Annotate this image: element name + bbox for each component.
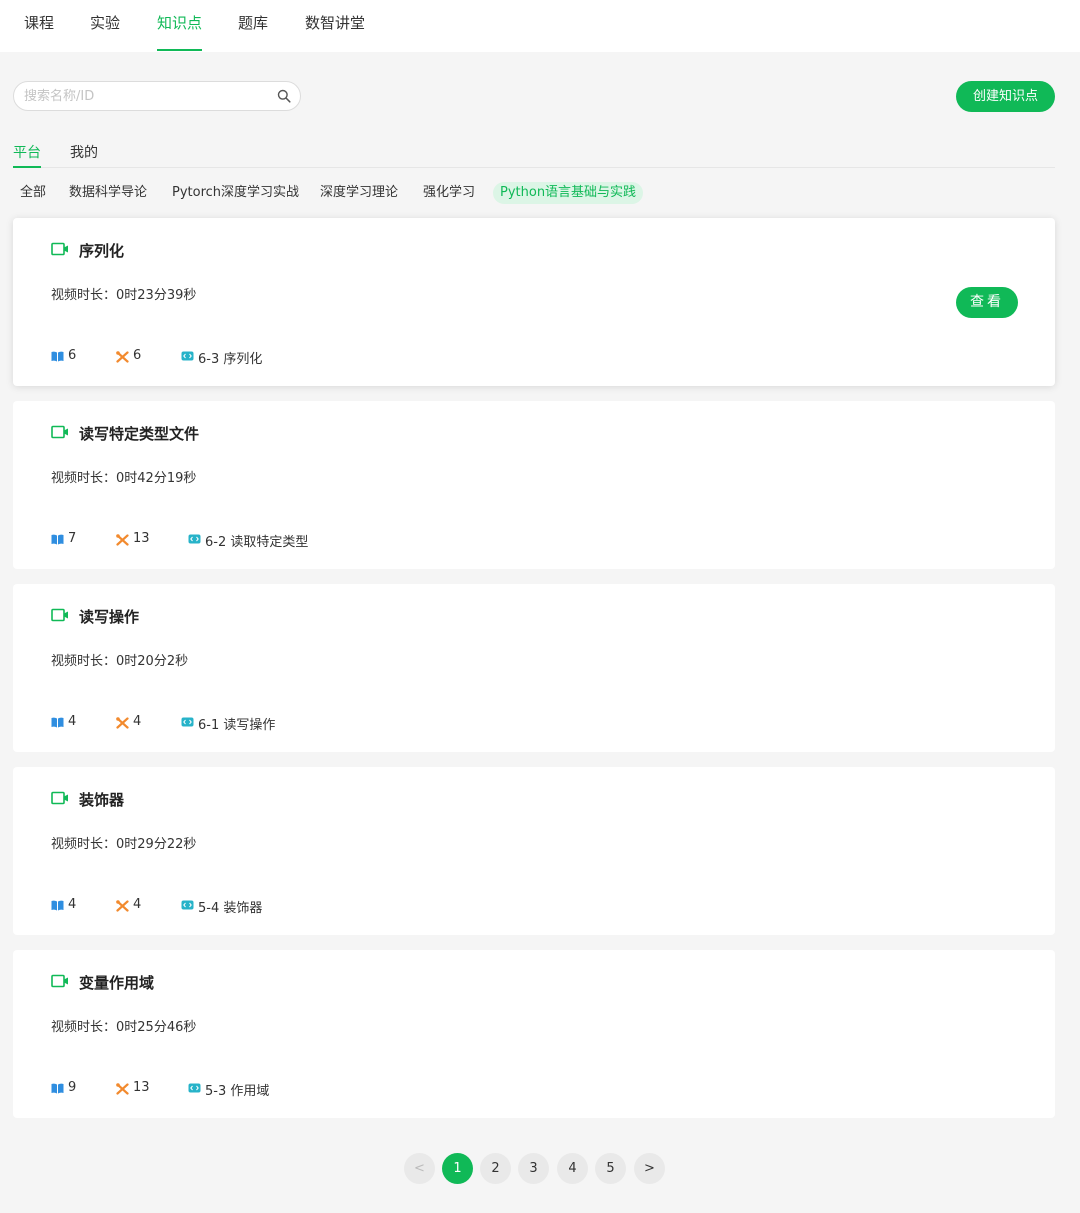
nav-item-experiments[interactable]: 实验 — [90, 12, 120, 52]
card-duration: 视频时长：0时29分22秒 — [51, 833, 196, 852]
filter-pytorch[interactable]: Pytorch深度学习实战 — [172, 182, 299, 204]
tools-icon — [116, 717, 129, 729]
card-meta: 9 13 5-3 作用域 — [51, 1080, 651, 1099]
code-icon — [188, 534, 201, 544]
knowledge-point-card[interactable]: 读写特定类型文件 视频时长：0时42分19秒 7 13 6-2 读取特定类型 — [13, 401, 1055, 569]
book-icon — [51, 717, 64, 728]
create-knowledge-point-button[interactable]: 创建知识点 — [956, 81, 1055, 112]
nav-item-courses[interactable]: 课程 — [24, 12, 54, 52]
video-icon — [51, 242, 68, 256]
filter-data-science[interactable]: 数据科学导论 — [69, 182, 147, 204]
chapter-label: 5-3 作用域 — [205, 1084, 270, 1099]
card-meta: 4 4 6-1 读写操作 — [51, 714, 651, 733]
card-title: 读写特定类型文件 — [79, 425, 200, 443]
code-icon — [188, 1083, 201, 1093]
tools-icon — [116, 534, 129, 546]
chapter-label: 6-2 读取特定类型 — [205, 535, 309, 550]
card-meta: 7 13 6-2 读取特定类型 — [51, 531, 651, 550]
duration-value: 0时23分39秒 — [116, 288, 197, 303]
duration-label: 视频时长： — [51, 837, 117, 852]
chapter-label: 5-4 装饰器 — [198, 901, 263, 916]
card-duration: 视频时长：0时23分39秒 — [51, 284, 196, 303]
page-button-1[interactable]: 1 — [442, 1153, 473, 1184]
view-button[interactable]: 查看 — [956, 287, 1018, 318]
exercise-count-value: 4 — [133, 897, 142, 912]
card-title: 读写操作 — [79, 608, 140, 626]
tools-icon — [116, 351, 129, 363]
duration-value: 0时29分22秒 — [116, 837, 197, 852]
knowledge-point-card[interactable]: 序列化 视频时长：0时23分39秒 6 6 6-3 序列化 查看 — [13, 218, 1055, 386]
top-nav: 课程 实验 知识点 题库 数智讲堂 — [0, 0, 1080, 52]
knowledge-point-card[interactable]: 读写操作 视频时长：0时20分2秒 4 4 6-1 读写操作 — [13, 584, 1055, 752]
nav-item-lecture-hall[interactable]: 数智讲堂 — [305, 12, 365, 52]
filter-python-basics[interactable]: Python语言基础与实践 — [493, 182, 644, 204]
duration-label: 视频时长： — [51, 471, 117, 486]
page-button-5[interactable]: 5 — [595, 1153, 626, 1184]
book-icon — [51, 900, 64, 911]
resource-count-value: 4 — [68, 897, 77, 912]
chapter-label: 6-3 序列化 — [198, 352, 263, 367]
knowledge-point-card[interactable]: 装饰器 视频时长：0时29分22秒 4 4 5-4 装饰器 — [13, 767, 1055, 935]
video-icon — [51, 608, 68, 622]
nav-item-knowledge-points[interactable]: 知识点 — [157, 12, 203, 52]
filter-all[interactable]: 全部 — [20, 182, 46, 204]
duration-value: 0时20分2秒 — [116, 654, 189, 669]
card-title: 序列化 — [79, 242, 125, 260]
card-duration: 视频时长：0时25分46秒 — [51, 1016, 196, 1035]
knowledge-point-card[interactable]: 变量作用域 视频时长：0时25分46秒 9 13 5-3 作用域 — [13, 950, 1055, 1118]
card-meta: 4 4 5-4 装饰器 — [51, 897, 651, 916]
exercise-count-value: 13 — [133, 1080, 150, 1095]
duration-label: 视频时长： — [51, 288, 117, 303]
page-button-3[interactable]: 3 — [518, 1153, 549, 1184]
exercise-count-value: 13 — [133, 531, 150, 546]
sub-tabs: 平台 我的 — [13, 138, 1055, 168]
page-button-4[interactable]: 4 — [557, 1153, 588, 1184]
resource-count-value: 9 — [68, 1080, 77, 1095]
duration-value: 0时42分19秒 — [116, 471, 197, 486]
category-filters: 全部 数据科学导论 Pytorch深度学习实战 深度学习理论 强化学习 Pyth… — [0, 182, 1080, 206]
filter-deep-learning-theory[interactable]: 深度学习理论 — [320, 182, 398, 204]
resource-count-value: 4 — [68, 714, 77, 729]
filter-reinforcement-learning[interactable]: 强化学习 — [423, 182, 475, 204]
duration-value: 0时25分46秒 — [116, 1020, 197, 1035]
code-icon — [181, 717, 194, 727]
card-duration: 视频时长：0时20分2秒 — [51, 650, 188, 669]
video-icon — [51, 791, 68, 805]
video-icon — [51, 425, 68, 439]
page-button-2[interactable]: 2 — [480, 1153, 511, 1184]
card-duration: 视频时长：0时42分19秒 — [51, 467, 196, 486]
nav-item-question-bank[interactable]: 题库 — [238, 12, 268, 52]
pagination: < 1 2 3 4 5 > — [404, 1153, 665, 1184]
chapter-label: 6-1 读写操作 — [198, 718, 276, 733]
duration-label: 视频时长： — [51, 1020, 117, 1035]
next-page-button[interactable]: > — [634, 1153, 665, 1184]
tools-icon — [116, 900, 129, 912]
search-input[interactable] — [24, 86, 264, 106]
resource-count-value: 7 — [68, 531, 77, 546]
card-title: 装饰器 — [79, 791, 125, 809]
resource-count-value: 6 — [68, 348, 77, 363]
duration-label: 视频时长： — [51, 654, 117, 669]
card-meta: 6 6 6-3 序列化 — [51, 348, 651, 367]
card-title: 变量作用域 — [79, 974, 155, 992]
search-box — [13, 81, 301, 111]
prev-page-button[interactable]: < — [404, 1153, 435, 1184]
tab-mine[interactable]: 我的 — [70, 142, 98, 168]
book-icon — [51, 1083, 64, 1094]
search-icon[interactable] — [277, 89, 291, 103]
tab-platform[interactable]: 平台 — [13, 142, 41, 168]
code-icon — [181, 351, 194, 361]
video-icon — [51, 974, 68, 988]
book-icon — [51, 534, 64, 545]
code-icon — [181, 900, 194, 910]
exercise-count-value: 4 — [133, 714, 142, 729]
exercise-count-value: 6 — [133, 348, 142, 363]
book-icon — [51, 351, 64, 362]
tools-icon — [116, 1083, 129, 1095]
